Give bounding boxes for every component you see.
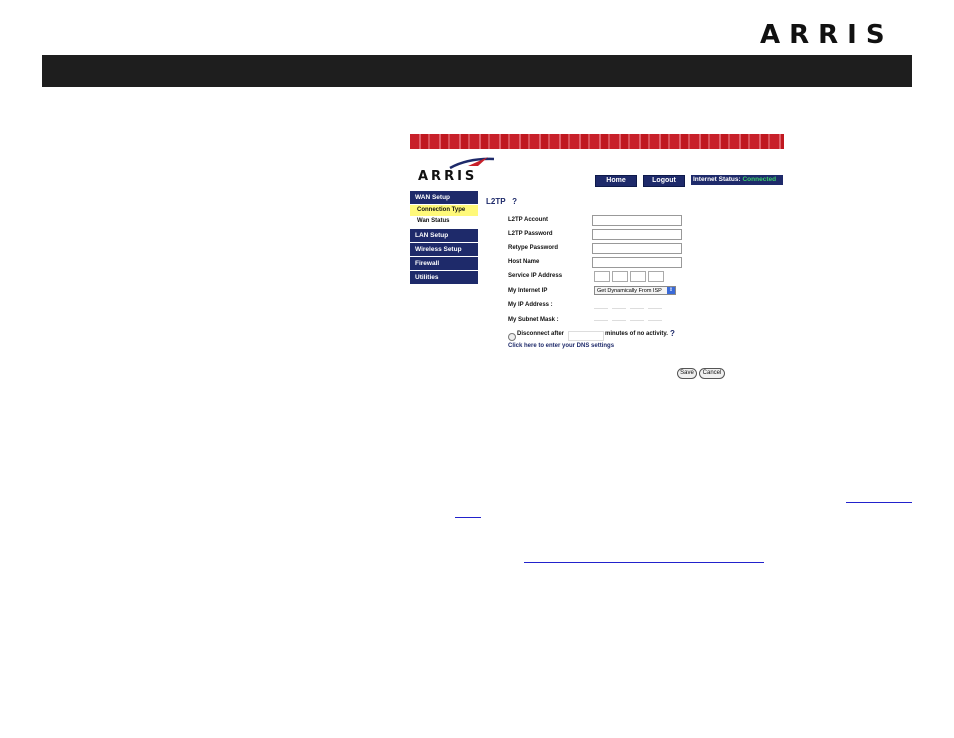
sidebar-item-lan-setup[interactable]: LAN Setup (410, 229, 478, 242)
select-arrows-icon: ⇕ (667, 287, 675, 294)
my-ip-octet-4 (648, 308, 662, 309)
internet-status-value: Connected (742, 176, 777, 183)
my-subnet-mask-label: My Subnet Mask : (508, 317, 559, 323)
l2tp-password-input[interactable] (592, 229, 682, 240)
logo-swoosh-icon (449, 157, 495, 170)
disconnect-label: Disconnect after (517, 331, 565, 337)
my-ip-address-label: My IP Address : (508, 302, 553, 308)
header-bar (42, 55, 912, 87)
internet-status-label: Internet Status: (693, 176, 741, 183)
service-ip-octet-1[interactable] (594, 271, 610, 282)
service-ip-label: Service IP Address (508, 273, 563, 279)
disconnect-help-icon[interactable]: ? (670, 329, 675, 338)
service-ip-octet-3[interactable] (630, 271, 646, 282)
save-button[interactable]: Save (677, 368, 697, 379)
l2tp-account-input[interactable] (592, 215, 682, 226)
dns-settings-link[interactable]: Click here to enter your DNS settings (508, 343, 614, 349)
sidebar-item-wan-setup[interactable]: WAN Setup (410, 191, 478, 204)
my-ip-octet-3 (630, 308, 644, 309)
service-ip-octet-4[interactable] (648, 271, 664, 282)
home-button[interactable]: Home (595, 175, 637, 187)
form-title-text: L2TP (486, 197, 506, 206)
sidebar-item-firewall[interactable]: Firewall (410, 257, 478, 270)
sidebar-item-wireless-setup[interactable]: Wireless Setup (410, 243, 478, 256)
subnet-octet-2 (612, 320, 626, 321)
host-name-input[interactable] (592, 257, 682, 268)
retype-password-input[interactable] (592, 243, 682, 254)
minutes-label: minutes of no activity. (605, 331, 668, 337)
help-icon[interactable]: ? (512, 197, 517, 206)
my-internet-ip-label: My Internet IP (508, 288, 548, 294)
sidebar-item-connection-type[interactable]: Connection Type (410, 205, 478, 216)
router-screenshot: ARRIS Home Logout Internet Status: Conne… (410, 134, 784, 381)
router-logo-text: ARRIS (418, 169, 478, 184)
router-logo: ARRIS (418, 156, 498, 186)
text-link-underline-3[interactable] (524, 562, 764, 563)
internet-ip-selected: Get Dynamically From ISP (597, 288, 662, 294)
sidebar-item-wan-status[interactable]: Wan Status (410, 216, 478, 227)
sidebar-item-utilities[interactable]: Utilities (410, 271, 478, 284)
subnet-octet-1 (594, 320, 608, 321)
cancel-button[interactable]: Cancel (699, 368, 725, 379)
l2tp-password-label: L2TP Password (508, 231, 553, 237)
l2tp-account-label: L2TP Account (508, 217, 549, 223)
retype-password-label: Retype Password (508, 245, 559, 251)
disconnect-minutes-input[interactable] (568, 331, 604, 341)
internet-ip-select[interactable]: Get Dynamically From ISP ⇕ (594, 286, 676, 295)
my-ip-octet-1 (594, 308, 608, 309)
form-title: L2TP ? (486, 197, 517, 206)
text-link-underline-2[interactable] (455, 517, 481, 518)
sidebar: WAN Setup Connection Type Wan Status LAN… (410, 191, 478, 285)
subnet-octet-3 (630, 320, 644, 321)
host-name-label: Host Name (508, 259, 540, 265)
decorative-red-strip (410, 134, 784, 149)
arris-logo: ARRIS (760, 20, 894, 50)
subnet-octet-4 (648, 320, 662, 321)
logout-button[interactable]: Logout (643, 175, 685, 187)
service-ip-octet-2[interactable] (612, 271, 628, 282)
my-ip-octet-2 (612, 308, 626, 309)
disconnect-radio[interactable] (508, 333, 516, 341)
internet-status: Internet Status: Connected (691, 175, 783, 185)
text-link-underline-1[interactable] (846, 502, 912, 503)
